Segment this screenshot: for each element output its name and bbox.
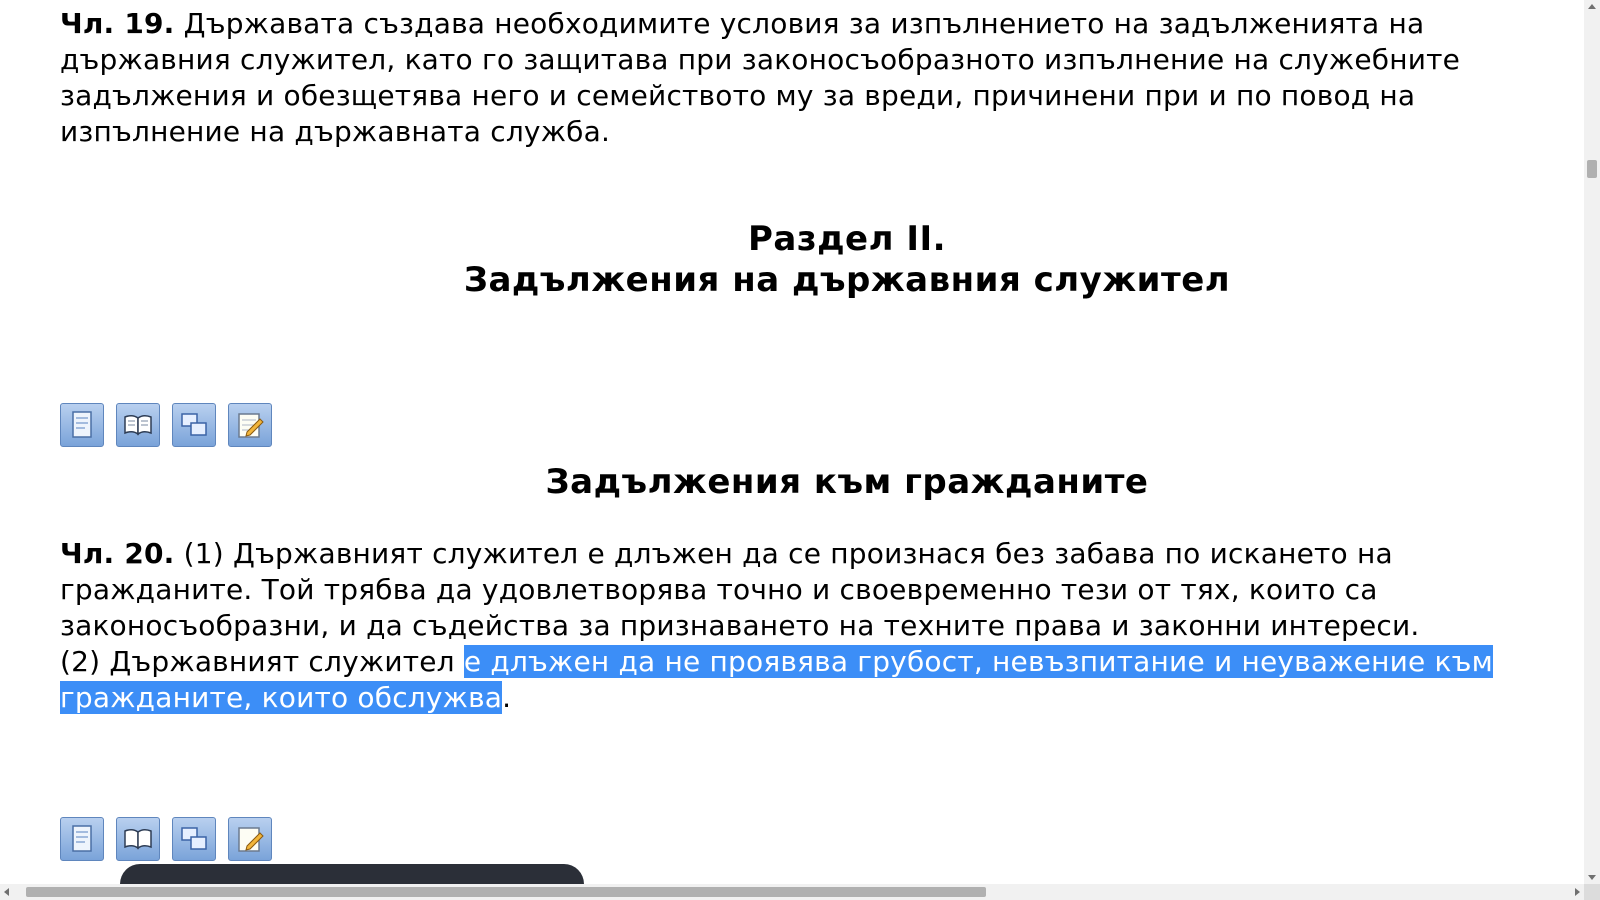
article-19: Чл. 19. Държавата създава необходимите у… xyxy=(60,6,1560,150)
compare-icon[interactable] xyxy=(172,817,216,861)
article-19-text: Държавата създава необходимите условия з… xyxy=(60,7,1461,148)
scrollbar-corner xyxy=(1584,884,1600,900)
section-title: Задължения на държавния служител xyxy=(463,260,1231,300)
section-number: Раздел II. xyxy=(747,219,947,259)
scroll-left-icon[interactable] xyxy=(4,888,9,896)
book-icon[interactable] xyxy=(116,817,160,861)
document-icon[interactable] xyxy=(60,817,104,861)
edit-note-icon[interactable] xyxy=(228,817,272,861)
scroll-up-icon[interactable] xyxy=(1588,4,1596,9)
article-toolbar-2 xyxy=(60,817,272,861)
article-20-p2-before: (2) Държавният служител xyxy=(60,645,464,678)
scroll-down-icon[interactable] xyxy=(1588,875,1596,880)
article-20-label: Чл. 20. xyxy=(60,537,175,570)
article-toolbar xyxy=(60,403,272,447)
compare-icon[interactable] xyxy=(172,403,216,447)
document-icon[interactable] xyxy=(60,403,104,447)
document-viewport[interactable]: Чл. 19. Държавата създава необходимите у… xyxy=(0,0,1584,884)
toast-overlay xyxy=(120,864,584,884)
horizontal-scrollbar[interactable] xyxy=(0,884,1584,900)
article-20-p2: (2) Държавният служител е длъжен да не п… xyxy=(60,644,1560,716)
edit-note-icon[interactable] xyxy=(228,403,272,447)
vertical-scrollbar[interactable] xyxy=(1584,0,1600,884)
article-20-p2-after: . xyxy=(502,681,512,714)
horizontal-scroll-thumb[interactable] xyxy=(26,887,986,897)
book-icon[interactable] xyxy=(116,403,160,447)
subheading: Задължения към гражданите xyxy=(545,462,1149,502)
article-19-label: Чл. 19. xyxy=(60,7,175,40)
article-20-p1-text: (1) Държавният служител е длъжен да се п… xyxy=(60,537,1420,642)
scroll-right-icon[interactable] xyxy=(1575,888,1580,896)
article-20-p1: Чл. 20. (1) Държавният служител е длъжен… xyxy=(60,536,1560,644)
vertical-scroll-thumb[interactable] xyxy=(1587,160,1597,178)
